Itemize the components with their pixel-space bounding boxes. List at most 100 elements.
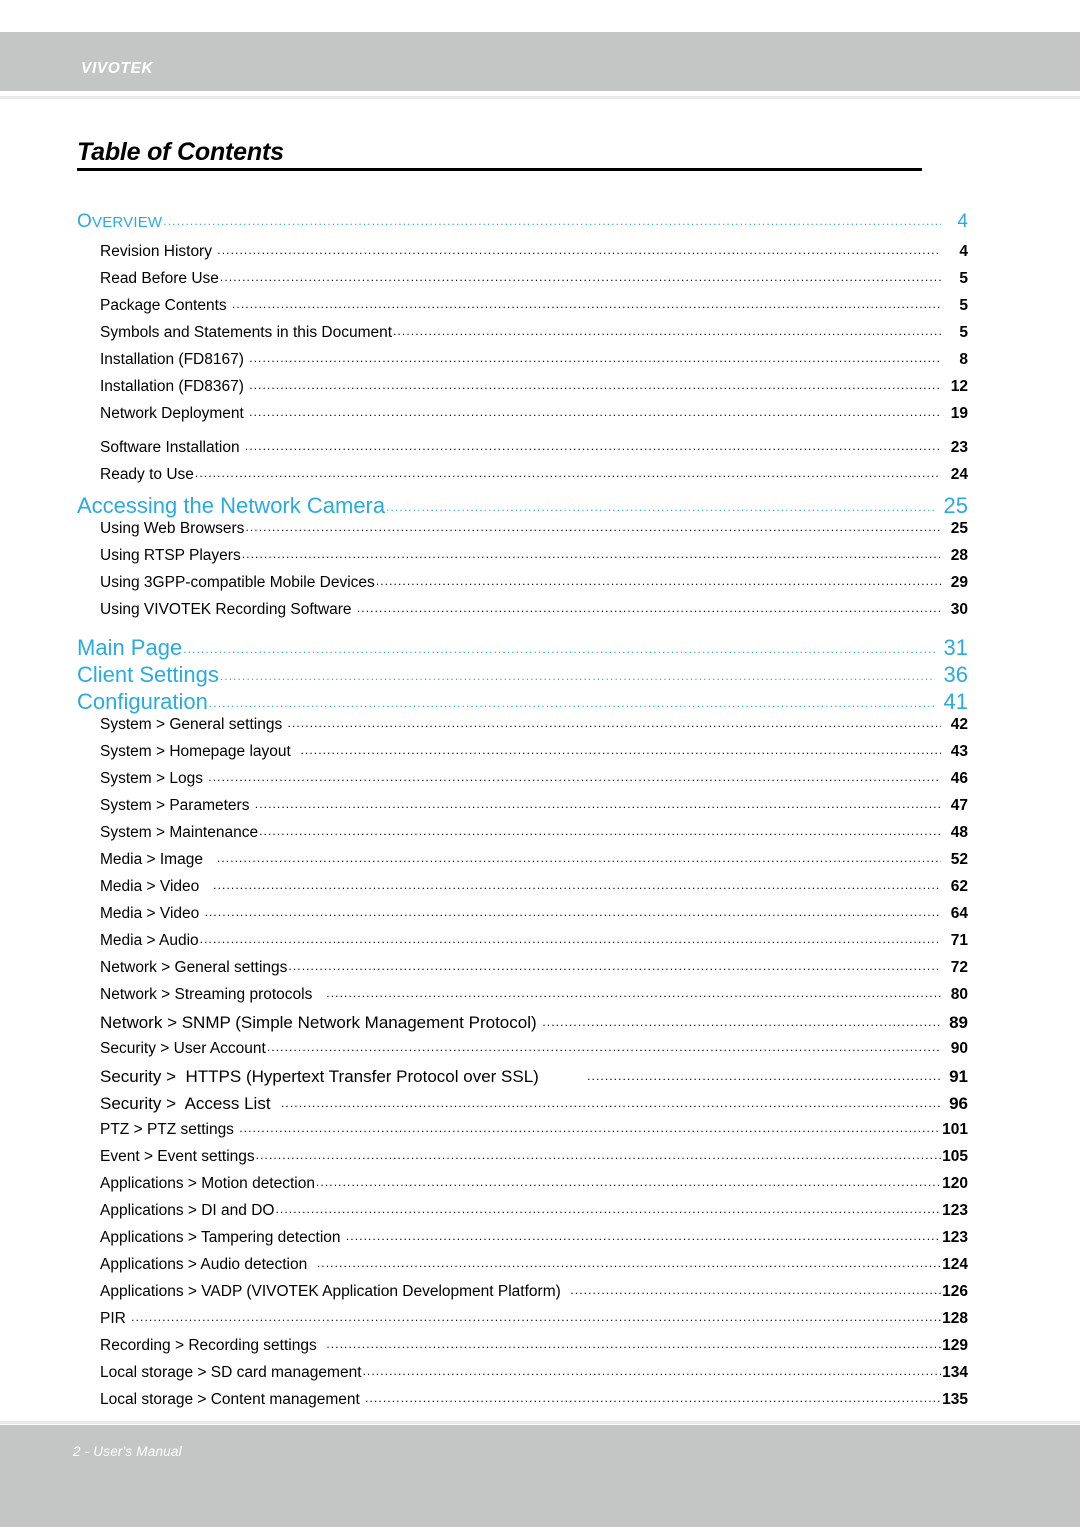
toc-leader-dots: ........................................…	[199, 932, 941, 946]
brand-logo-vivotek: VIVOTEK	[81, 60, 154, 77]
toc-entry[interactable]: Event > Event settings..................…	[0, 1148, 1080, 1175]
toc-entry[interactable]: PTZ > PTZ settings .....................…	[0, 1121, 1080, 1148]
toc-entry[interactable]: Security > User Account.................…	[0, 1040, 1080, 1067]
toc-entry-page-number: 29	[950, 574, 968, 591]
toc-entry[interactable]: Network > General settings..............…	[0, 959, 1080, 986]
toc-entry[interactable]: Network > SNMP (Simple Network Managemen…	[0, 1013, 1080, 1040]
toc-entry[interactable]: Installation (FD8167) ..................…	[0, 351, 1080, 378]
toc-leader-dots: ........................................…	[570, 1283, 941, 1297]
toc-entry-page-number: 129	[942, 1337, 968, 1354]
page-title: Table of Contents	[77, 138, 284, 166]
toc-entry[interactable]: Client Settings.........................…	[0, 662, 1080, 689]
toc-entry[interactable]: Applications > Audio detection .........…	[0, 1256, 1080, 1283]
toc-entry[interactable]: System > General settings ..............…	[0, 716, 1080, 743]
toc-entry-label: System > Parameters	[100, 797, 254, 814]
toc-entry-page-number: 62	[950, 878, 968, 895]
toc-entry-page-number: 48	[950, 824, 968, 841]
toc-entry[interactable]: Using VIVOTEK Recording Software .......…	[0, 601, 1080, 628]
toc-leader-dots: ........................................…	[254, 797, 941, 811]
toc-entry-page-number: 123	[942, 1202, 968, 1219]
toc-entry[interactable]: Accessing the Network Camera............…	[0, 493, 1080, 520]
toc-entry-page-number: 4	[959, 243, 968, 260]
toc-entry-page-number: 105	[942, 1148, 968, 1165]
toc-entry[interactable]: System > Logs ..........................…	[0, 770, 1080, 797]
toc-entry-label: Installation (FD8367)	[100, 378, 249, 395]
toc-entry[interactable]: Local storage > Content management .....…	[0, 1391, 1080, 1418]
toc-leader-dots: ........................................…	[300, 743, 941, 757]
toc-entry-label: Local storage > Content management	[100, 1391, 365, 1408]
toc-entry-label: Configuration	[77, 689, 208, 714]
toc-leader-dots: ........................................…	[326, 986, 941, 1000]
toc-entry[interactable]: Media > Image ..........................…	[0, 851, 1080, 878]
toc-entry[interactable]: System > Parameters ....................…	[0, 797, 1080, 824]
toc-entry-label: Installation (FD8167)	[100, 351, 249, 368]
toc-leader-dots: ........................................…	[239, 1121, 941, 1135]
toc-entry-page-number: 25	[943, 493, 968, 518]
toc-entry-label: Accessing the Network Camera	[77, 493, 386, 518]
toc-entry[interactable]: Recording > Recording settings .........…	[0, 1337, 1080, 1364]
toc-entry-label: Local storage > SD card management	[100, 1364, 362, 1381]
toc-entry[interactable]: Applications > Tampering detection .....…	[0, 1229, 1080, 1256]
toc-entry[interactable]: Symbols and Statements in this Document.…	[0, 324, 1080, 351]
toc-entry[interactable]: Package Contents .......................…	[0, 297, 1080, 324]
toc-leader-dots: ........................................…	[259, 824, 941, 838]
toc-entry-label: Using RTSP Players	[100, 547, 241, 564]
toc-entry-label: Network Deployment	[100, 405, 249, 422]
toc-leader-dots: ........................................…	[249, 351, 941, 365]
toc-entry[interactable]: Applications > VADP (VIVOTEK Application…	[0, 1283, 1080, 1310]
toc-leader-dots: ........................................…	[326, 1337, 941, 1351]
toc-leader-dots: ........................................…	[245, 520, 941, 534]
footer-divider	[0, 1421, 1080, 1424]
toc-entry[interactable]: System > Maintenance....................…	[0, 824, 1080, 851]
toc-entry-label: Event > Event settings	[100, 1148, 255, 1165]
toc-entry[interactable]: Configuration...........................…	[0, 689, 1080, 716]
toc-entry-label: Applications > Motion detection	[100, 1175, 315, 1192]
toc-entry-page-number: 23	[950, 439, 968, 456]
toc-entry[interactable]: Security > Access List .................…	[0, 1094, 1080, 1121]
toc-entry[interactable]: Using RTSP Players......................…	[0, 547, 1080, 574]
toc-entry-page-number: 42	[950, 716, 968, 733]
toc-entry[interactable]: PIR ....................................…	[0, 1310, 1080, 1337]
toc-entry[interactable]: Main Page...............................…	[0, 635, 1080, 662]
toc-leader-dots: ........................................…	[288, 959, 941, 973]
toc-entry[interactable]: Software Installation ..................…	[0, 439, 1080, 466]
toc-leader-dots: ........................................…	[386, 500, 935, 514]
toc-entry-page-number: 43	[950, 743, 968, 760]
toc-entry[interactable]: Security > HTTPS (Hypertext Transfer Pro…	[0, 1067, 1080, 1094]
toc-leader-dots: ........................................…	[219, 669, 935, 683]
table-of-contents: OVERVIEW................................…	[0, 211, 1080, 1418]
toc-leader-dots: ........................................…	[255, 1148, 941, 1162]
toc-entry-label: Applications > VADP (VIVOTEK Application…	[100, 1283, 570, 1300]
toc-entry[interactable]: Using 3GPP-compatible Mobile Devices....…	[0, 574, 1080, 601]
toc-entry-page-number: 5	[959, 270, 968, 287]
toc-entry[interactable]: Installation (FD8367) ..................…	[0, 378, 1080, 405]
toc-entry[interactable]: Ready to Use............................…	[0, 466, 1080, 493]
toc-entry[interactable]: Applications > Motion detection.........…	[0, 1175, 1080, 1202]
toc-entry-page-number: 28	[950, 547, 968, 564]
toc-entry[interactable]: Media > Audio...........................…	[0, 932, 1080, 959]
toc-entry[interactable]: System > Homepage layout ...............…	[0, 743, 1080, 770]
toc-leader-dots: ........................................…	[194, 466, 941, 480]
toc-entry[interactable]: Revision History .......................…	[0, 243, 1080, 270]
toc-entry[interactable]: Network Deployment .....................…	[0, 405, 1080, 432]
toc-leader-dots: ........................................…	[315, 1175, 941, 1189]
toc-entry[interactable]: OVERVIEW................................…	[0, 211, 1080, 243]
toc-entry-page-number: 126	[942, 1283, 968, 1300]
toc-entry-page-number: 134	[942, 1364, 968, 1381]
toc-entry-label: Security > HTTPS (Hypertext Transfer Pro…	[100, 1067, 587, 1086]
toc-entry[interactable]: Applications > DI and DO................…	[0, 1202, 1080, 1229]
toc-entry[interactable]: Local storage > SD card management......…	[0, 1364, 1080, 1391]
toc-leader-dots: ........................................…	[356, 601, 941, 615]
toc-entry-page-number: 12	[950, 378, 968, 395]
toc-entry-label: PIR	[100, 1310, 131, 1327]
toc-entry-page-number: 128	[942, 1310, 968, 1327]
footer-page-label: 2 - User's Manual	[73, 1444, 182, 1459]
toc-entry[interactable]: Network > Streaming protocols ..........…	[0, 986, 1080, 1013]
toc-entry[interactable]: Read Before Use.........................…	[0, 270, 1080, 297]
toc-leader-dots: ........................................…	[183, 642, 935, 656]
toc-entry-label: OVERVIEW	[77, 211, 162, 233]
toc-entry[interactable]: Media > Video ..........................…	[0, 878, 1080, 905]
toc-entry[interactable]: Using Web Browsers......................…	[0, 520, 1080, 547]
toc-entry[interactable]: Media > Video ..........................…	[0, 905, 1080, 932]
toc-entry-page-number: 31	[943, 635, 968, 660]
